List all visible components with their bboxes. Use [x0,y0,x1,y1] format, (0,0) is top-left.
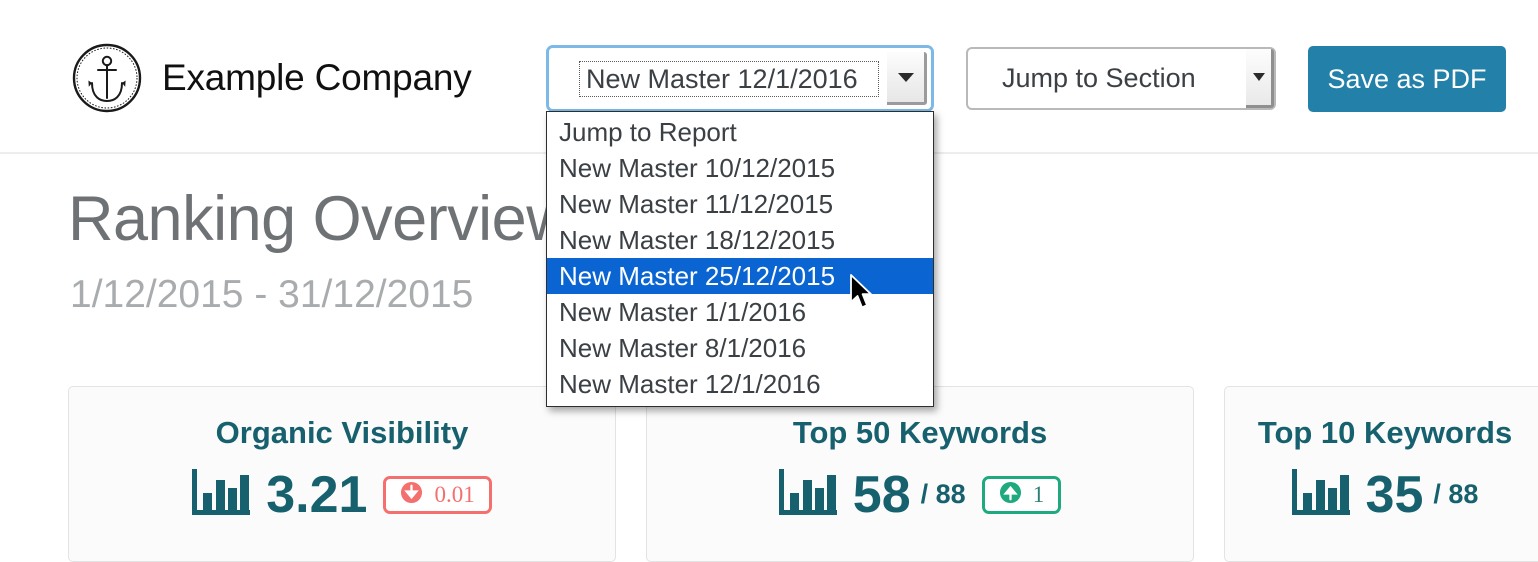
section-select[interactable]: Jump to Section [966,47,1276,110]
report-select[interactable]: New Master 12/1/2016 [546,45,934,112]
bar-chart-icon [192,467,251,522]
metric-card-total: / 88 [1433,479,1479,509]
metric-card-value-row: 58 / 88 1 [647,467,1193,522]
metric-card: Top 50 Keywords 58 / 88 1 [646,386,1194,562]
metric-card-value: 58 [852,465,911,524]
report-select-value: New Master 12/1/2016 [579,61,879,97]
metric-card-title: Organic Visibility [215,415,469,450]
anchor-circle-logo-icon [70,41,144,115]
chevron-down-glyph [897,72,914,82]
section-select-value: Jump to Section [1002,63,1196,93]
metric-cards-row: Organic Visibility 3.21 0.01 Top 50 Keyw… [68,386,1538,562]
metric-card-trend-delta: 0.01 [434,481,475,507]
page-date-range: 1/12/2015 - 31/12/2015 [70,273,474,316]
arrow-up-circle-icon [999,481,1022,509]
chevron-down-glyph [1252,73,1265,81]
metric-card-value-row: 3.21 0.01 [69,467,615,522]
metric-card-trend-badge: 0.01 [383,475,492,514]
bar-chart-icon [778,467,837,522]
dropdown-option[interactable]: New Master 25/12/2015 [547,258,933,294]
metric-card: Top 10 Keywords 35 / 88 [1224,386,1538,562]
report-select-chevron-down-icon[interactable] [887,52,927,105]
metric-card-trend-delta: 1 [1032,481,1045,507]
metric-card-title: Top 10 Keywords [1257,415,1513,450]
bar-chart-icon [1291,467,1350,522]
report-select-dropdown-list[interactable]: Jump to Report New Master 10/12/2015 New M… [546,111,934,407]
dropdown-option[interactable]: New Master 11/12/2015 [547,186,933,222]
metric-card-total: / 88 [920,479,966,509]
arrow-down-circle-icon [400,481,423,509]
dropdown-option[interactable]: New Master 10/12/2015 [547,150,933,186]
metric-card-value: 35 [1365,465,1424,524]
page-title: Ranking Overview [68,184,572,254]
section-select-chevron-down-icon[interactable] [1246,49,1274,108]
dropdown-option[interactable]: New Master 12/1/2016 [547,366,933,402]
metric-card-trend-badge: 1 [981,475,1062,514]
dropdown-option[interactable]: New Master 1/1/2016 [547,294,933,330]
dropdown-option[interactable]: Jump to Report [547,114,933,150]
metric-card-value: 3.21 [266,465,368,524]
metric-card-value-row: 35 / 88 [1225,467,1538,522]
save-as-pdf-button[interactable]: Save as PDF [1308,46,1506,112]
brand: Example Company [70,41,472,115]
dropdown-option[interactable]: New Master 18/12/2015 [547,222,933,258]
metric-card-title: Top 50 Keywords [792,415,1048,450]
metric-card: Organic Visibility 3.21 0.01 [68,386,616,562]
dropdown-option[interactable]: New Master 8/1/2016 [547,330,933,366]
brand-name: Example Company [162,57,472,98]
report-select-face[interactable]: New Master 12/1/2016 [549,48,931,109]
